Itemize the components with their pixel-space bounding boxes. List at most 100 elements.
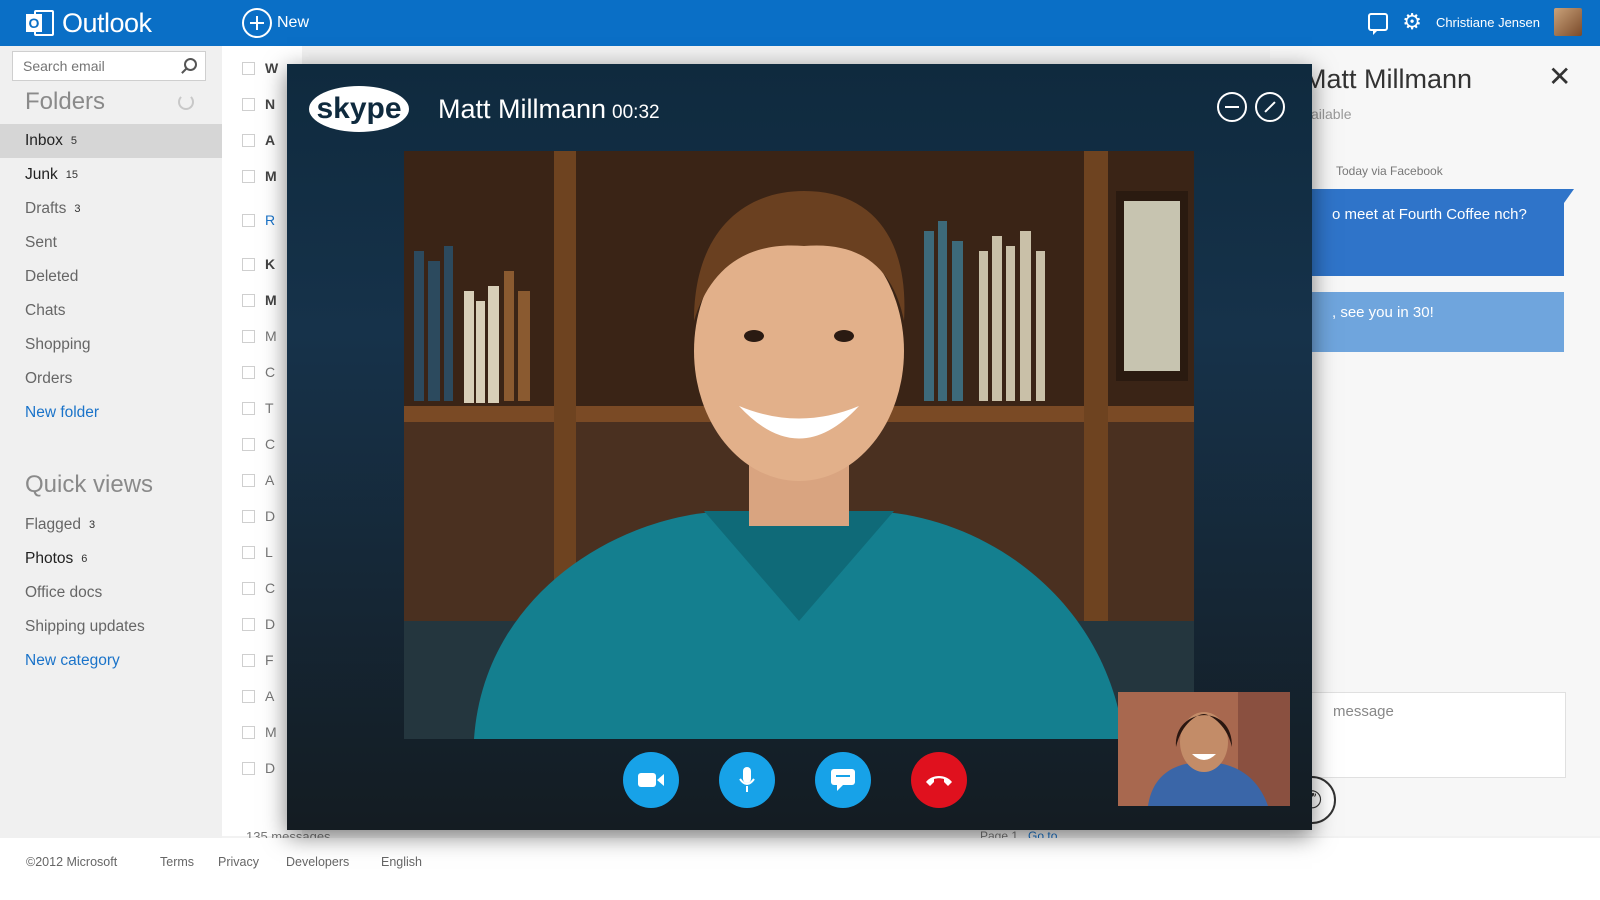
message-row[interactable]: M bbox=[242, 290, 277, 310]
message-checkbox[interactable] bbox=[242, 61, 255, 75]
footer-link-developers[interactable]: Developers bbox=[286, 855, 349, 869]
nav-item-flagged[interactable]: Flagged 3 bbox=[0, 508, 222, 542]
call-header: Matt Millmann 00:32 bbox=[438, 94, 660, 125]
search-icon[interactable] bbox=[184, 58, 197, 71]
footer-link-terms[interactable]: Terms bbox=[160, 855, 194, 869]
minimize-button[interactable] bbox=[1217, 92, 1247, 122]
nav-item-label: Inbox bbox=[25, 132, 63, 149]
nav-item-office-docs[interactable]: Office docs bbox=[0, 576, 222, 610]
message-row[interactable]: K bbox=[242, 254, 275, 274]
nav-item-label: Photos bbox=[25, 550, 74, 567]
message-sender: M bbox=[265, 168, 277, 184]
message-row[interactable]: C bbox=[242, 362, 275, 382]
message-checkbox[interactable] bbox=[242, 365, 255, 379]
message-row[interactable]: A bbox=[242, 130, 275, 150]
chat-message-bubble: , see you in 30! bbox=[1292, 292, 1564, 352]
nav-item-shopping[interactable]: Shopping bbox=[0, 328, 222, 362]
message-row[interactable]: W bbox=[242, 58, 278, 78]
message-checkbox[interactable] bbox=[242, 653, 255, 667]
message-row[interactable]: A bbox=[242, 470, 274, 490]
message-sender: C bbox=[265, 436, 276, 452]
message-row[interactable]: T bbox=[242, 398, 274, 418]
footer-link-language[interactable]: English bbox=[381, 855, 422, 869]
fullscreen-button[interactable] bbox=[1255, 92, 1285, 122]
message-checkbox[interactable] bbox=[242, 213, 255, 227]
mute-button[interactable] bbox=[719, 752, 775, 808]
message-checkbox[interactable] bbox=[242, 133, 255, 147]
message-checkbox[interactable] bbox=[242, 293, 255, 307]
message-row[interactable]: F bbox=[242, 650, 274, 670]
chat-panel: Matt Millmann vailable ✕ Today via Faceb… bbox=[1270, 46, 1600, 836]
end-call-button[interactable] bbox=[911, 752, 967, 808]
nav-item-chats[interactable]: Chats bbox=[0, 294, 222, 328]
message-row[interactable]: M bbox=[242, 326, 277, 346]
search-input[interactable] bbox=[13, 52, 173, 80]
message-row[interactable]: C bbox=[242, 578, 275, 598]
outlook-brand[interactable]: O Outlook bbox=[26, 7, 152, 39]
new-message-button[interactable]: New bbox=[242, 8, 309, 38]
message-checkbox[interactable] bbox=[242, 257, 255, 271]
message-row[interactable]: D bbox=[242, 758, 275, 778]
im-button[interactable] bbox=[815, 752, 871, 808]
message-sender: M bbox=[265, 292, 277, 308]
message-row[interactable]: A bbox=[242, 686, 274, 706]
new-category-link[interactable]: New category bbox=[0, 644, 222, 678]
message-sender: T bbox=[265, 400, 274, 416]
close-icon[interactable]: ✕ bbox=[1548, 60, 1571, 93]
top-bar: O Outlook New ⚙ Christiane Jensen bbox=[0, 0, 1600, 46]
video-toggle-button[interactable] bbox=[623, 752, 679, 808]
message-row[interactable]: C bbox=[242, 434, 275, 454]
message-checkbox[interactable] bbox=[242, 401, 255, 415]
nav-item-inbox[interactable]: Inbox 5 bbox=[0, 124, 222, 158]
gear-icon[interactable]: ⚙ bbox=[1402, 11, 1422, 33]
message-row[interactable]: N bbox=[242, 94, 275, 114]
message-row[interactable]: D bbox=[242, 614, 275, 634]
outlook-logo-icon: O bbox=[26, 8, 56, 38]
message-checkbox[interactable] bbox=[242, 329, 255, 343]
message-row[interactable]: R bbox=[242, 210, 275, 230]
search-box bbox=[12, 51, 206, 81]
user-name[interactable]: Christiane Jensen bbox=[1436, 15, 1540, 30]
nav-item-sent[interactable]: Sent bbox=[0, 226, 222, 260]
refresh-icon[interactable] bbox=[178, 94, 194, 110]
nav-item-label: Shipping updates bbox=[25, 618, 145, 635]
nav-item-label: Shopping bbox=[25, 336, 91, 353]
message-checkbox[interactable] bbox=[242, 617, 255, 631]
nav-item-junk[interactable]: Junk 15 bbox=[0, 158, 222, 192]
message-checkbox[interactable] bbox=[242, 97, 255, 111]
message-checkbox[interactable] bbox=[242, 437, 255, 451]
chat-message-input[interactable]: message bbox=[1292, 692, 1566, 778]
message-row[interactable]: M bbox=[242, 166, 277, 186]
message-sender: C bbox=[265, 364, 276, 380]
message-checkbox[interactable] bbox=[242, 169, 255, 183]
unread-count: 6 bbox=[81, 553, 88, 565]
messaging-icon[interactable] bbox=[1368, 13, 1389, 35]
message-checkbox[interactable] bbox=[242, 725, 255, 739]
message-row[interactable]: D bbox=[242, 506, 275, 526]
message-sender: D bbox=[265, 616, 276, 632]
new-folder-link[interactable]: New folder bbox=[0, 396, 222, 430]
user-avatar[interactable] bbox=[1554, 8, 1582, 36]
folder-list: Inbox 5 Junk 15 Drafts 3 Sent Deleted Chats Shopp… bbox=[0, 124, 222, 430]
message-checkbox[interactable] bbox=[242, 509, 255, 523]
message-checkbox[interactable] bbox=[242, 761, 255, 775]
message-checkbox[interactable] bbox=[242, 689, 255, 703]
nav-item-photos[interactable]: Photos 6 bbox=[0, 542, 222, 576]
message-sender: R bbox=[265, 212, 276, 228]
message-row[interactable]: L bbox=[242, 542, 273, 562]
skype-logo-text: skype bbox=[316, 92, 401, 125]
nav-item-orders[interactable]: Orders bbox=[0, 362, 222, 396]
nav-item-drafts[interactable]: Drafts 3 bbox=[0, 192, 222, 226]
footer-link-privacy[interactable]: Privacy bbox=[218, 855, 259, 869]
message-checkbox[interactable] bbox=[242, 545, 255, 559]
message-row[interactable]: M bbox=[242, 722, 277, 742]
nav-item-shipping-updates[interactable]: Shipping updates bbox=[0, 610, 222, 644]
nav-item-label: Junk bbox=[25, 166, 58, 183]
chat-contact-name: Matt Millmann bbox=[1304, 64, 1473, 94]
nav-item-deleted[interactable]: Deleted bbox=[0, 260, 222, 294]
new-label: New bbox=[277, 14, 310, 31]
message-checkbox[interactable] bbox=[242, 581, 255, 595]
skype-call-window: skype Matt Millmann 00:32 bbox=[287, 64, 1312, 830]
message-checkbox[interactable] bbox=[242, 473, 255, 487]
nav-item-label: Sent bbox=[25, 234, 57, 251]
